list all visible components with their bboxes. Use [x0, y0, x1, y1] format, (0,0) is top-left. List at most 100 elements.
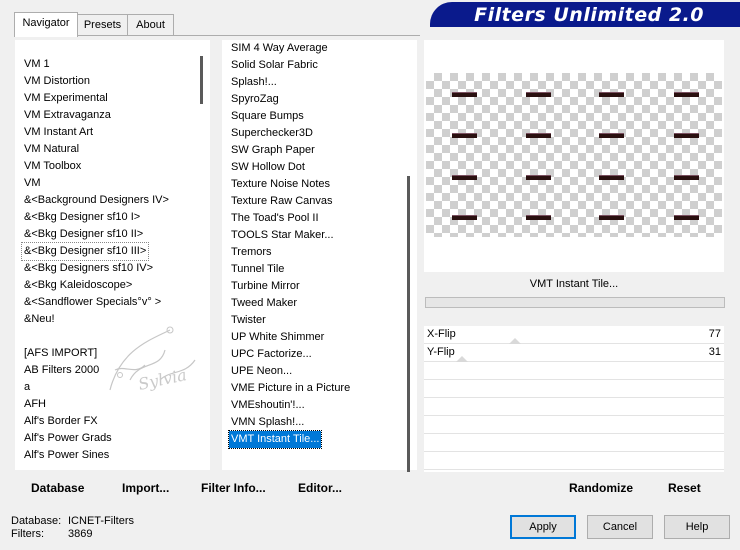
database-label: Database: — [11, 515, 62, 527]
parameter-label: Y-Flip — [427, 346, 455, 358]
left-button-bar: Database Import... Filter Info... Editor… — [15, 475, 418, 499]
filter-item[interactable]: SW Hollow Dot — [229, 159, 307, 176]
preview-tile-mark — [599, 175, 624, 180]
filter-item[interactable]: VMT Instant Tile... — [227, 430, 323, 449]
filters-count: 3869 — [68, 528, 93, 540]
category-item[interactable]: &<Background Designers IV> — [22, 192, 171, 209]
filter-item[interactable]: SpyroZag — [229, 91, 281, 108]
tab-presets[interactable]: Presets — [76, 14, 129, 36]
category-item[interactable]: VM — [22, 175, 43, 192]
category-item[interactable]: a — [22, 379, 32, 396]
parameter-row — [424, 452, 724, 470]
banner-title: Filters Unlimited 2.0 — [474, 4, 704, 26]
category-item[interactable]: [AFS IMPORT] — [22, 345, 99, 362]
right-button-bar: Randomize Reset — [424, 475, 724, 499]
category-item[interactable]: &<Bkg Designer sf10 I> — [22, 209, 142, 226]
filter-item[interactable]: VMEshoutin'!... — [229, 397, 307, 414]
category-item[interactable]: Alf's Power Sines — [22, 447, 111, 464]
help-button[interactable]: Help — [664, 515, 730, 539]
preview-tile-mark — [674, 133, 699, 138]
title-banner: Filters Unlimited 2.0 — [430, 2, 740, 27]
selected-filter-name: VMT Instant Tile... — [529, 278, 619, 290]
preview-tile-mark — [526, 133, 551, 138]
preview-tile-mark — [599, 92, 624, 97]
category-item[interactable]: &Neu! — [22, 311, 57, 328]
category-item[interactable]: &<Bkg Designer sf10 II> — [22, 226, 145, 243]
parameter-value: 77 — [708, 328, 721, 340]
filter-item[interactable]: Square Bumps — [229, 108, 306, 125]
filter-item[interactable]: Turbine Mirror — [229, 278, 302, 295]
category-item[interactable]: &<Sandflower Specials°v° > — [22, 294, 163, 311]
preview-tile-mark — [674, 92, 699, 97]
filter-item[interactable]: VME Picture in a Picture — [229, 380, 352, 397]
category-item[interactable]: VM Instant Art — [22, 124, 95, 141]
filter-item[interactable]: UPE Neon... — [229, 363, 294, 380]
category-item[interactable]: Alf's Power Grads — [22, 430, 114, 447]
randomize-button[interactable]: Randomize — [569, 481, 633, 495]
filter-item[interactable]: Tweed Maker — [229, 295, 299, 312]
category-item[interactable]: VM Experimental — [22, 90, 110, 107]
category-item[interactable]: VM Natural — [22, 141, 81, 158]
preview-tile-mark — [526, 92, 551, 97]
filter-item[interactable]: Solid Solar Fabric — [229, 57, 320, 74]
category-item[interactable]: &<Bkg Kaleidoscope> — [22, 277, 134, 294]
database-value: ICNET-Filters — [68, 515, 134, 527]
preview-tile-mark — [452, 133, 477, 138]
filter-item[interactable]: Superchecker3D — [229, 125, 315, 142]
category-item[interactable]: &<Bkg Designers sf10 IV> — [22, 260, 155, 277]
category-scroll-thumb[interactable] — [200, 56, 203, 104]
reset-button[interactable]: Reset — [668, 481, 701, 495]
import-button[interactable]: Import... — [122, 481, 169, 495]
category-item[interactable]: VM Toolbox — [22, 158, 83, 175]
apply-button[interactable]: Apply — [510, 515, 576, 539]
filter-item[interactable]: SIM 4 Way Average — [229, 40, 330, 57]
parameter-row[interactable]: X-Flip 77 — [424, 326, 724, 344]
filter-item[interactable]: Tremors — [229, 244, 274, 261]
category-item[interactable]: AB Filters 2000 — [22, 362, 101, 379]
category-item[interactable]: AFH — [22, 396, 48, 413]
filter-item[interactable]: Texture Raw Canvas — [229, 193, 335, 210]
cancel-button[interactable]: Cancel — [587, 515, 653, 539]
filter-item[interactable]: Twister — [229, 312, 268, 329]
filter-scroll-thumb[interactable] — [407, 176, 410, 472]
slider-pointer-icon[interactable] — [509, 338, 521, 344]
preview-tile-mark — [452, 92, 477, 97]
database-button[interactable]: Database — [31, 481, 84, 495]
filter-item[interactable]: Texture Noise Notes — [229, 176, 332, 193]
filter-info-button[interactable]: Filter Info... — [201, 481, 266, 495]
filter-scrollbar[interactable] — [401, 40, 417, 472]
tab-navigator[interactable]: Navigator — [14, 12, 78, 37]
preview-tile-mark — [526, 215, 551, 220]
filter-item[interactable]: UPC Factorize... — [229, 346, 314, 363]
tab-about[interactable]: About — [127, 14, 174, 36]
filter-item[interactable]: Splash!... — [229, 74, 279, 91]
filter-item[interactable]: TOOLS Star Maker... — [229, 227, 336, 244]
filter-item[interactable]: Tunnel Tile — [229, 261, 286, 278]
parameter-label: X-Flip — [427, 328, 456, 340]
category-item[interactable]: VM 1 — [22, 56, 52, 73]
preview-tile-mark — [599, 215, 624, 220]
category-item[interactable]: VM Extravaganza — [22, 107, 113, 124]
filters-label: Filters: — [11, 528, 44, 540]
filter-listbox[interactable]: SIM 4 Way Average Solid Solar Fabric Splas… — [222, 40, 417, 472]
parameter-row[interactable]: Y-Flip 31 — [424, 344, 724, 362]
progress-bar — [425, 297, 725, 308]
watermark: Sylvia — [100, 320, 220, 420]
filter-item[interactable]: SW Graph Paper — [229, 142, 317, 159]
category-item[interactable]: Alf's Border FX — [22, 413, 100, 430]
parameter-row — [424, 362, 724, 380]
category-item[interactable]: VM Distortion — [22, 73, 92, 90]
preview-tile-mark — [452, 215, 477, 220]
category-item[interactable] — [22, 328, 26, 345]
filter-item[interactable]: UP White Shimmer — [229, 329, 326, 346]
preview-tile-mark — [674, 215, 699, 220]
filter-item[interactable]: VMN Splash!... — [229, 414, 306, 431]
preview-tile-mark — [452, 175, 477, 180]
slider-pointer-icon[interactable] — [456, 356, 468, 362]
preview-tile-mark — [599, 133, 624, 138]
category-item[interactable]: &<Bkg Designer sf10 III> — [20, 242, 150, 261]
filter-item[interactable]: The Toad's Pool II — [229, 210, 321, 227]
parameter-value: 31 — [708, 346, 721, 358]
editor-button[interactable]: Editor... — [298, 481, 342, 495]
filter-list: SIM 4 Way Average Solid Solar Fabric Splas… — [222, 40, 401, 470]
